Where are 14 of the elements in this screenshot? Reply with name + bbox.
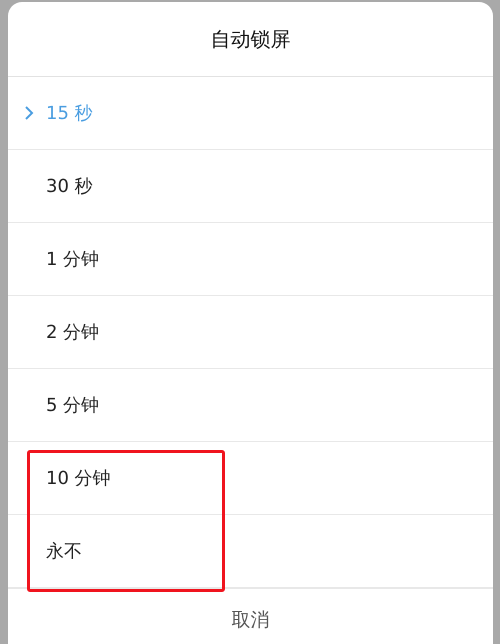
option-item[interactable]: 2 分钟	[8, 296, 493, 369]
option-item[interactable]: 30 秒	[8, 150, 493, 223]
option-label: 5 分钟	[46, 394, 100, 417]
option-label: 30 秒	[46, 175, 93, 198]
option-label: 15 秒	[46, 102, 93, 125]
option-label: 10 分钟	[46, 467, 111, 490]
dialog-title: 自动锁屏	[8, 2, 493, 77]
option-item[interactable]: 10 分钟	[8, 442, 493, 515]
option-label: 2 分钟	[46, 321, 100, 344]
option-label: 1 分钟	[46, 248, 100, 271]
option-label: 永不	[46, 540, 82, 563]
option-item[interactable]: 5 分钟	[8, 369, 493, 442]
option-item[interactable]: 1 分钟	[8, 223, 493, 296]
chevron-icon	[24, 105, 34, 121]
